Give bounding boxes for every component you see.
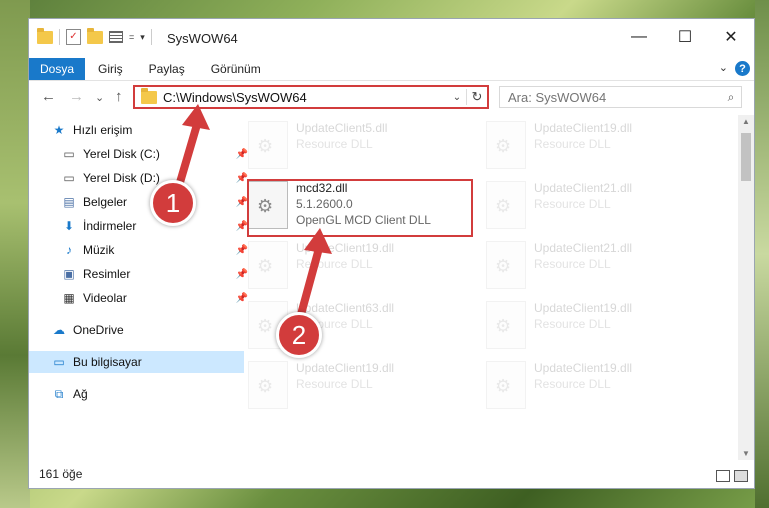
computer-icon: ▭ bbox=[53, 355, 65, 369]
desktop-background-right bbox=[755, 0, 769, 508]
dll-file-icon bbox=[486, 241, 526, 289]
network-icon: ⧉ bbox=[54, 386, 64, 401]
list-item[interactable]: UpdateClient21.dllResource DLL bbox=[486, 241, 712, 297]
download-icon: ⬇ bbox=[63, 219, 75, 233]
status-bar: 161 öğe bbox=[29, 460, 754, 488]
file-list: UpdateClient5.dllResource DLL UpdateClie… bbox=[222, 115, 738, 460]
step-badge-1: 1 bbox=[150, 180, 196, 226]
properties-icon[interactable]: ✓ bbox=[66, 29, 81, 45]
recent-locations-button[interactable]: ⌄ bbox=[95, 91, 104, 104]
list-item[interactable]: UpdateClient19.dllResource DLL bbox=[486, 121, 712, 177]
desktop-background-left bbox=[0, 0, 30, 508]
address-path[interactable]: C:\Windows\SysWOW64 bbox=[163, 90, 448, 105]
sidebar-item-label: Hızlı erişim bbox=[73, 123, 133, 137]
sidebar-item-label: Yerel Disk (C:) bbox=[83, 147, 160, 161]
sidebar-item-pictures[interactable]: ▣ Resimler 📌 bbox=[29, 263, 254, 285]
navigation-bar: ← → ⌄ ↑ C:\Windows\SysWOW64 ⌄ ↻ ⌕ bbox=[29, 81, 754, 115]
quick-access-toolbar: ✓ = ▾ bbox=[37, 27, 152, 45]
sidebar-item-documents[interactable]: ▤ Belgeler 📌 bbox=[29, 191, 254, 213]
sidebar-item-music[interactable]: ♪ Müzik 📌 bbox=[29, 239, 254, 261]
sidebar-item-label: OneDrive bbox=[73, 323, 124, 337]
dll-file-icon bbox=[248, 241, 288, 289]
music-icon: ♪ bbox=[66, 243, 72, 257]
drive-icon: ▭ bbox=[63, 147, 75, 161]
address-dropdown-icon[interactable]: ⌄ bbox=[448, 92, 466, 103]
tab-home[interactable]: Giriş bbox=[85, 62, 136, 76]
tab-view[interactable]: Görünüm bbox=[198, 62, 274, 76]
step-badge-2: 2 bbox=[276, 312, 322, 358]
sidebar-item-label: Belgeler bbox=[83, 195, 128, 209]
folder-icon bbox=[37, 27, 53, 44]
sidebar-item-videos[interactable]: ▦ Videolar 📌 bbox=[29, 287, 254, 309]
up-button[interactable]: ↑ bbox=[115, 88, 123, 105]
picture-icon: ▣ bbox=[63, 267, 75, 281]
toolbar-dropdown-icon[interactable]: ▾ bbox=[140, 32, 145, 43]
maximize-button[interactable]: ☐ bbox=[662, 19, 708, 55]
tab-file[interactable]: Dosya bbox=[29, 58, 85, 80]
sidebar-item-label: Bu bilgisayar bbox=[73, 355, 142, 369]
ribbon-expand-icon[interactable]: ⌄ bbox=[719, 61, 728, 74]
sidebar-item-quick-access[interactable]: ★ Hızlı erişim bbox=[29, 119, 244, 141]
sidebar-item-local-disk-d[interactable]: ▭ Yerel Disk (D:) 📌 bbox=[29, 167, 254, 189]
sidebar-item-this-pc[interactable]: ▭ Bu bilgisayar bbox=[29, 351, 244, 373]
dll-file-icon bbox=[486, 361, 526, 409]
search-input[interactable] bbox=[500, 88, 721, 106]
close-button[interactable]: ✕ bbox=[708, 19, 754, 55]
sidebar-item-label: Videolar bbox=[83, 291, 127, 305]
dll-file-icon bbox=[248, 361, 288, 409]
document-icon: ▤ bbox=[63, 195, 75, 209]
sidebar-item-label: Müzik bbox=[83, 243, 115, 257]
sidebar-item-downloads[interactable]: ⬇ İndirmeler 📌 bbox=[29, 215, 254, 237]
title-bar: ✓ = ▾ SysWOW64 — ☐ ✕ bbox=[29, 19, 754, 58]
sidebar-item-label: Resimler bbox=[83, 267, 131, 281]
new-folder-icon[interactable] bbox=[87, 27, 103, 44]
tab-share[interactable]: Paylaş bbox=[136, 62, 198, 76]
video-icon: ▦ bbox=[63, 291, 75, 305]
window-title: SysWOW64 bbox=[167, 31, 238, 46]
help-icon[interactable]: ? bbox=[735, 61, 750, 76]
dll-file-icon bbox=[248, 121, 288, 169]
item-count: 161 öğe bbox=[39, 467, 83, 481]
sidebar-item-onedrive[interactable]: ☁ OneDrive bbox=[29, 319, 244, 341]
sidebar-item-label: Yerel Disk (D:) bbox=[83, 171, 160, 185]
view-toggle bbox=[716, 470, 748, 482]
dll-file-icon bbox=[486, 181, 526, 229]
sidebar-item-network[interactable]: ⧉ Ağ bbox=[29, 383, 244, 405]
list-item[interactable]: UpdateClient21.dllResource DLL bbox=[486, 181, 712, 237]
list-item[interactable]: UpdateClient5.dllResource DLL bbox=[248, 121, 474, 177]
vertical-scrollbar[interactable]: ▲ ▼ bbox=[738, 115, 754, 460]
back-button[interactable]: ← bbox=[41, 88, 56, 105]
dll-file-icon bbox=[486, 301, 526, 349]
scroll-up-icon[interactable]: ▲ bbox=[738, 117, 754, 126]
forward-button[interactable]: → bbox=[69, 88, 84, 105]
sidebar-item-local-disk-c[interactable]: ▭ Yerel Disk (C:) 📌 bbox=[29, 143, 254, 165]
scroll-down-icon[interactable]: ▼ bbox=[738, 449, 754, 458]
dll-file-icon bbox=[486, 121, 526, 169]
folder-icon bbox=[141, 87, 157, 104]
ribbon-tabs: Dosya Giriş Paylaş Görünüm ⌄ ? bbox=[29, 58, 754, 81]
view-icon[interactable] bbox=[109, 31, 123, 43]
explorer-window: ✓ = ▾ SysWOW64 — ☐ ✕ Dosya Giriş Paylaş … bbox=[28, 18, 755, 489]
details-view-icon[interactable] bbox=[716, 470, 730, 482]
star-icon: ★ bbox=[53, 123, 65, 137]
address-bar[interactable]: C:\Windows\SysWOW64 ⌄ ↻ bbox=[133, 85, 489, 109]
customize-toolbar-icon[interactable]: = bbox=[129, 32, 134, 42]
sidebar-item-label: Ağ bbox=[73, 387, 88, 401]
file-highlight-box bbox=[247, 179, 473, 237]
search-box[interactable]: ⌕ bbox=[499, 86, 742, 108]
navigation-pane: ★ Hızlı erişim ▭ Yerel Disk (C:) 📌 ▭ Yer… bbox=[29, 115, 248, 460]
scrollbar-thumb[interactable] bbox=[741, 133, 751, 181]
cloud-icon: ☁ bbox=[53, 323, 65, 337]
window-controls: — ☐ ✕ bbox=[616, 19, 754, 55]
list-item[interactable]: UpdateClient19.dllResource DLL bbox=[486, 361, 712, 417]
list-item[interactable]: UpdateClient19.dllResource DLL bbox=[248, 241, 474, 297]
tiles-view-icon[interactable] bbox=[734, 470, 748, 482]
refresh-icon[interactable]: ↻ bbox=[466, 89, 487, 105]
drive-icon: ▭ bbox=[63, 171, 75, 185]
sidebar-item-label: İndirmeler bbox=[83, 219, 137, 233]
list-item[interactable]: UpdateClient19.dllResource DLL bbox=[248, 361, 474, 417]
search-icon[interactable]: ⌕ bbox=[721, 90, 741, 105]
minimize-button[interactable]: — bbox=[616, 19, 662, 55]
list-item[interactable]: UpdateClient19.dllResource DLL bbox=[486, 301, 712, 357]
